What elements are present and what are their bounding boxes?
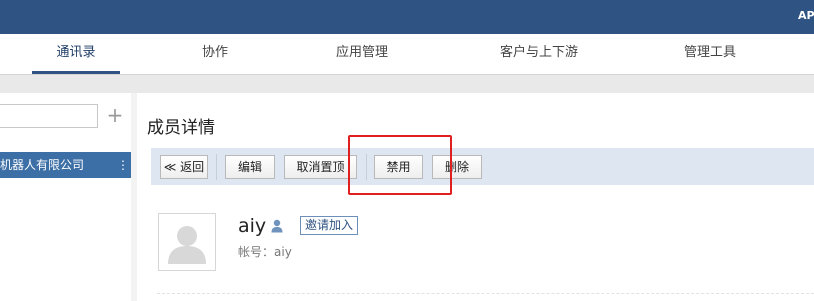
member-info: aiy 邀请加入 帐号：aiy bbox=[137, 93, 814, 301]
top-bar: AP bbox=[0, 0, 814, 34]
org-item[interactable]: 机器人有限公司 ⋮ bbox=[0, 152, 131, 178]
tab-app-management[interactable]: 应用管理 bbox=[320, 34, 404, 74]
tab-admin-tools[interactable]: 管理工具 bbox=[668, 34, 752, 74]
tab-customers[interactable]: 客户与上下游 bbox=[483, 34, 595, 74]
avatar-placeholder-icon bbox=[159, 214, 215, 270]
invite-button[interactable]: 邀请加入 bbox=[300, 216, 359, 235]
main-nav: 通讯录 协作 应用管理 客户与上下游 管理工具 bbox=[0, 34, 814, 75]
sidebar: + 机器人有限公司 ⋮ bbox=[0, 93, 131, 301]
tab-contacts[interactable]: 通讯录 bbox=[32, 34, 120, 74]
add-icon[interactable]: + bbox=[106, 105, 124, 125]
user-icon bbox=[271, 219, 283, 233]
section-divider bbox=[157, 293, 814, 294]
org-name: 机器人有限公司 bbox=[0, 158, 85, 172]
member-search-input[interactable] bbox=[0, 104, 98, 128]
account-text: 帐号：aiy bbox=[238, 245, 292, 259]
content-spacer bbox=[0, 75, 814, 93]
tab-collaboration[interactable]: 协作 bbox=[180, 34, 250, 74]
avatar bbox=[158, 213, 216, 271]
app-label[interactable]: AP bbox=[798, 9, 814, 22]
member-name: aiy bbox=[238, 215, 267, 237]
more-icon[interactable]: ⋮ bbox=[117, 152, 129, 178]
